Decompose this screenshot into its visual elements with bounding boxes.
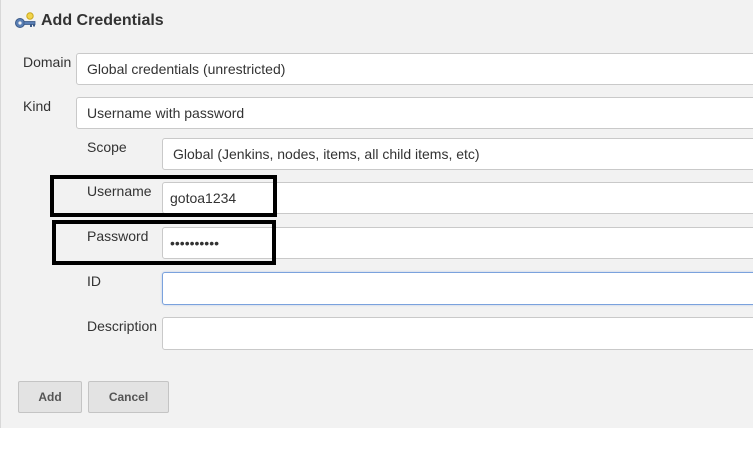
add-button[interactable]: Add	[18, 381, 82, 413]
kind-select[interactable]: Username with password	[76, 97, 753, 129]
password-label: Password	[87, 228, 149, 244]
page-header: Add Credentials	[13, 8, 164, 34]
page-title: Add Credentials	[41, 12, 164, 29]
username-label: Username	[87, 183, 152, 199]
cancel-button[interactable]: Cancel	[88, 381, 169, 413]
description-input[interactable]	[162, 317, 753, 350]
password-value: ••••••••••	[170, 235, 220, 251]
username-value: gotoa1234	[170, 190, 237, 206]
kind-value: Username with password	[87, 105, 245, 121]
domain-value: Global credentials (unrestricted)	[87, 61, 286, 77]
scope-select[interactable]: Global (Jenkins, nodes, items, all child…	[162, 138, 753, 170]
domain-field[interactable]: Global credentials (unrestricted)	[76, 53, 753, 85]
kind-label: Kind	[23, 98, 52, 114]
id-input[interactable]	[162, 272, 753, 305]
credentials-key-icon	[15, 12, 36, 28]
password-input[interactable]: ••••••••••	[162, 227, 753, 259]
id-label: ID	[87, 273, 101, 289]
domain-label: Domain	[23, 54, 72, 70]
scope-value: Global (Jenkins, nodes, items, all child…	[173, 146, 480, 162]
username-input[interactable]: gotoa1234	[162, 182, 753, 214]
scope-label: Scope	[87, 139, 127, 155]
credentials-panel: Add Credentials Domain Global credential…	[0, 0, 753, 428]
description-label: Description	[87, 318, 158, 334]
